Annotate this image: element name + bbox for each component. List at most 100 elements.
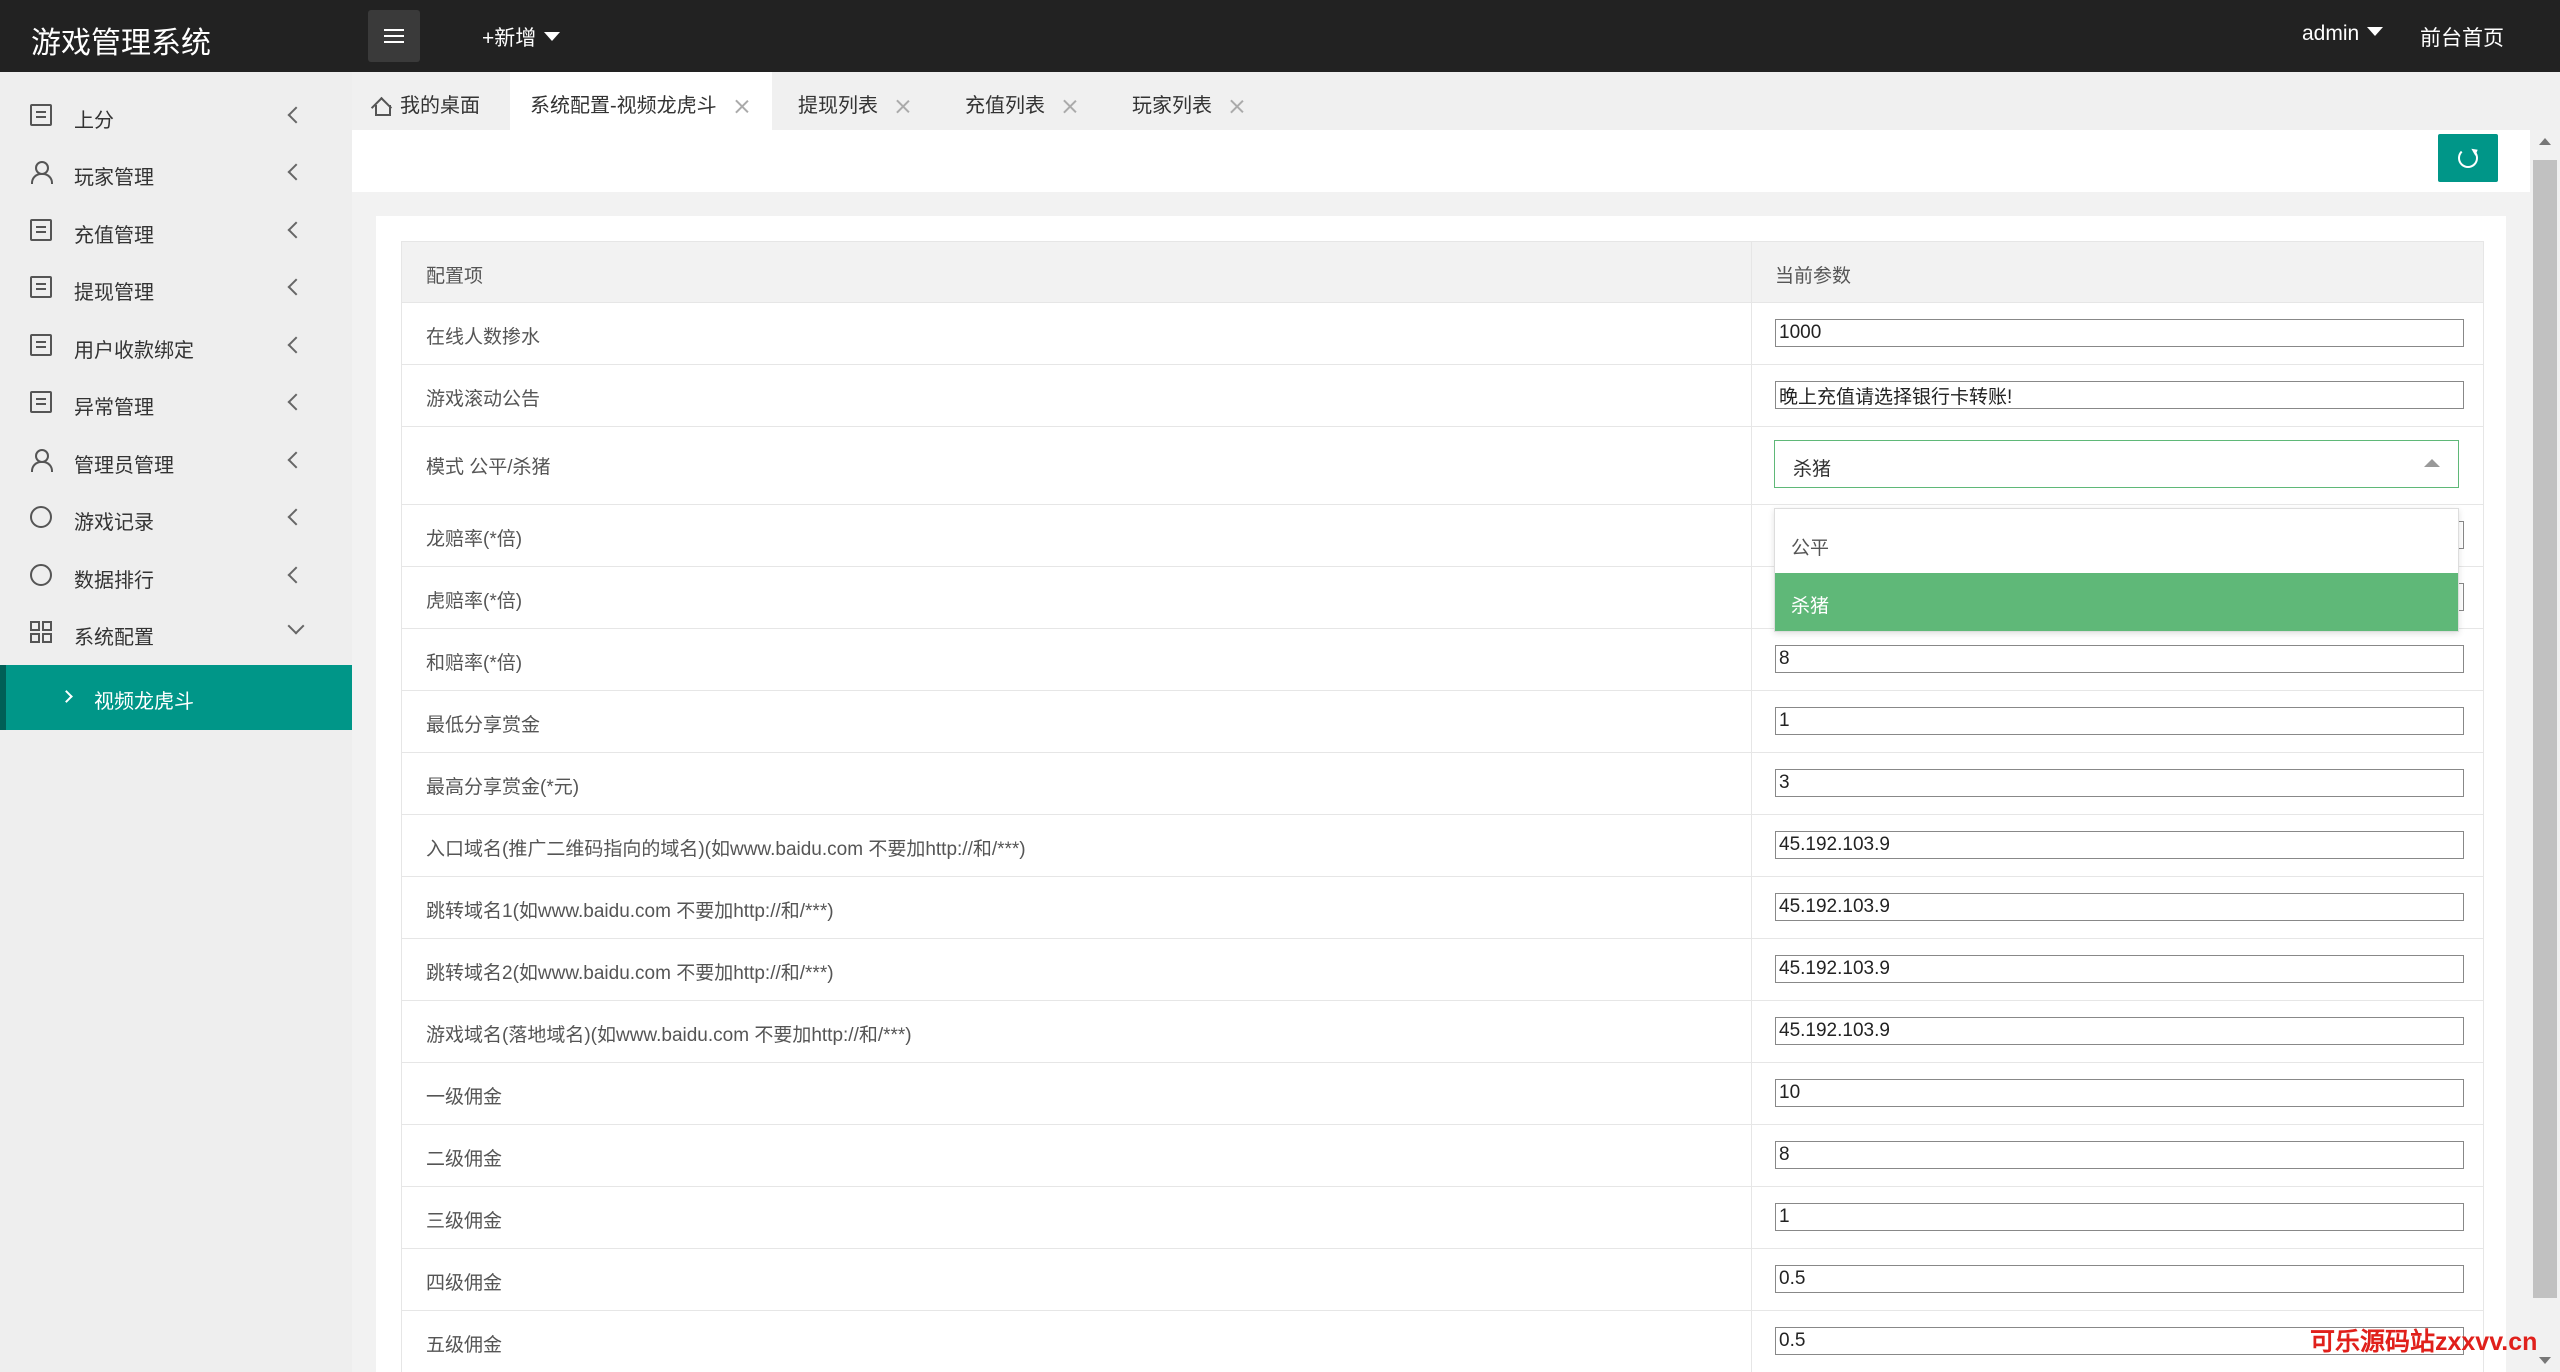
param-input[interactable]	[1775, 1079, 2464, 1107]
caret-up-icon	[2424, 459, 2440, 467]
top-bar: 游戏管理系统 +新增 admin 前台首页	[0, 0, 2560, 72]
param-input[interactable]	[1775, 1203, 2464, 1231]
param-input[interactable]	[1775, 1141, 2464, 1169]
row-label: 游戏域名(落地域名)(如www.baidu.com 不要加http://和/**…	[426, 1025, 912, 1046]
sidebar-item-topup[interactable]: 上分	[0, 87, 352, 144]
sidebar-item-players[interactable]: 玩家管理	[0, 144, 352, 201]
sidebar: 上分 玩家管理 充值管理 提现管理 用户收款绑定 异常管理 管理员管理 游戏记录	[0, 72, 352, 1372]
sidebar-item-game-records[interactable]: 游戏记录	[0, 489, 352, 546]
tab-label: 我的桌面	[400, 95, 480, 117]
frontend-home-link[interactable]: 前台首页	[2420, 22, 2504, 52]
param-input[interactable]	[1775, 645, 2464, 673]
sidebar-item-label: 提现管理	[74, 282, 154, 304]
param-input[interactable]	[1775, 1017, 2464, 1045]
refresh-button[interactable]	[2438, 134, 2498, 182]
sidebar-item-payment-binding[interactable]: 用户收款绑定	[0, 317, 352, 374]
tab-recharge-list[interactable]: 充值列表	[965, 72, 1105, 130]
close-icon[interactable]	[1063, 99, 1077, 113]
param-input[interactable]	[1775, 1265, 2464, 1293]
sidebar-subitem-video-dragon-tiger[interactable]: 视频龙虎斗	[0, 665, 352, 730]
sidebar-item-exceptions[interactable]: 异常管理	[0, 374, 352, 431]
hamburger-icon	[384, 29, 404, 31]
mode-select[interactable]: 杀猪	[1774, 440, 2459, 488]
scroll-down-icon[interactable]	[2539, 1357, 2551, 1364]
chevron-left-icon	[287, 566, 305, 584]
row-label: 一级佣金	[426, 1087, 503, 1108]
param-input[interactable]	[1775, 893, 2464, 921]
sidebar-item-recharge[interactable]: 充值管理	[0, 202, 352, 259]
sidebar-item-label: 充值管理	[74, 225, 154, 247]
close-icon[interactable]	[735, 99, 749, 113]
tab-label: 充值列表	[965, 95, 1045, 117]
add-new-label: +新增	[482, 27, 537, 50]
page-scrollbar[interactable]	[2530, 130, 2560, 1372]
sidebar-item-label: 管理员管理	[74, 455, 174, 477]
home-icon	[372, 97, 391, 116]
tab-system-config[interactable]: 系统配置-视频龙虎斗	[510, 72, 772, 130]
table-row: 五级佣金	[401, 1311, 2484, 1372]
tab-label: 玩家列表	[1132, 95, 1212, 117]
user-menu[interactable]: admin	[2302, 22, 2384, 46]
refresh-icon	[2458, 148, 2478, 168]
close-icon[interactable]	[1230, 99, 1244, 113]
row-label: 入口域名(推广二维码指向的域名)(如www.baidu.com 不要加http:…	[426, 839, 1026, 860]
add-new-menu[interactable]: +新增	[482, 22, 561, 52]
mode-option-fair[interactable]: 公平	[1775, 515, 2458, 573]
chevron-left-icon	[287, 221, 305, 239]
param-input[interactable]	[1775, 707, 2464, 735]
table-row: 入口域名(推广二维码指向的域名)(如www.baidu.com 不要加http:…	[401, 815, 2484, 877]
cloud-icon	[30, 506, 52, 528]
watermark: 可乐源码站zxxvv.cn	[2310, 1328, 2538, 1356]
content-toolbar	[352, 130, 2530, 192]
scroll-up-icon[interactable]	[2539, 138, 2551, 145]
close-icon[interactable]	[896, 99, 910, 113]
table-row: 游戏滚动公告	[401, 365, 2484, 427]
scroll-thumb[interactable]	[2533, 160, 2557, 1298]
tab-my-desktop[interactable]: 我的桌面	[372, 72, 502, 130]
cloud-icon	[30, 564, 52, 586]
sidebar-item-label: 数据排行	[74, 570, 154, 592]
tab-bar: 我的桌面 系统配置-视频龙虎斗 提现列表 充值列表 玩家列表	[352, 72, 2560, 130]
menu-toggle-button[interactable]	[368, 10, 420, 62]
chevron-right-icon	[60, 690, 73, 703]
param-input[interactable]	[1775, 381, 2464, 409]
sidebar-subitem-label: 视频龙虎斗	[94, 691, 194, 713]
admin-user-icon	[30, 449, 53, 472]
sidebar-item-rankings[interactable]: 数据排行	[0, 547, 352, 604]
row-label: 四级佣金	[426, 1273, 503, 1294]
chevron-left-icon	[287, 451, 305, 469]
caret-down-icon	[544, 31, 561, 41]
app-title: 游戏管理系统	[31, 27, 211, 60]
tab-withdraw-list[interactable]: 提现列表	[798, 72, 938, 130]
column-header-item: 配置项	[426, 266, 484, 287]
row-label: 最高分享赏金(*元)	[426, 777, 580, 798]
param-input[interactable]	[1775, 831, 2464, 859]
sidebar-item-withdraw[interactable]: 提现管理	[0, 259, 352, 316]
sidebar-item-label: 系统配置	[74, 627, 154, 649]
param-input[interactable]	[1775, 955, 2464, 983]
table-header: 配置项 当前参数	[401, 241, 2484, 303]
chevron-left-icon	[287, 106, 305, 124]
tab-label: 系统配置-视频龙虎斗	[530, 95, 717, 117]
chevron-down-icon	[287, 617, 305, 635]
doc-icon	[30, 104, 52, 126]
param-input[interactable]	[1775, 769, 2464, 797]
sidebar-item-label: 玩家管理	[74, 167, 154, 189]
user-icon	[30, 161, 53, 184]
chevron-left-icon	[287, 278, 305, 296]
sidebar-item-system-config[interactable]: 系统配置	[0, 604, 352, 661]
mode-option-kill[interactable]: 杀猪	[1775, 573, 2458, 631]
sidebar-item-label: 用户收款绑定	[74, 340, 194, 362]
sidebar-item-label: 异常管理	[74, 397, 154, 419]
table-row: 游戏域名(落地域名)(如www.baidu.com 不要加http://和/**…	[401, 1001, 2484, 1063]
mode-select-value: 杀猪	[1793, 459, 1832, 480]
tab-player-list[interactable]: 玩家列表	[1132, 72, 1272, 130]
param-input[interactable]	[1775, 319, 2464, 347]
caret-down-icon	[2367, 26, 2384, 36]
row-label: 跳转域名1(如www.baidu.com 不要加http://和/***)	[426, 901, 834, 922]
chevron-left-icon	[287, 508, 305, 526]
chevron-left-icon	[287, 336, 305, 354]
sidebar-item-admins[interactable]: 管理员管理	[0, 432, 352, 489]
table-row: 和赔率(*倍)	[401, 629, 2484, 691]
sidebar-item-label: 上分	[74, 110, 114, 132]
